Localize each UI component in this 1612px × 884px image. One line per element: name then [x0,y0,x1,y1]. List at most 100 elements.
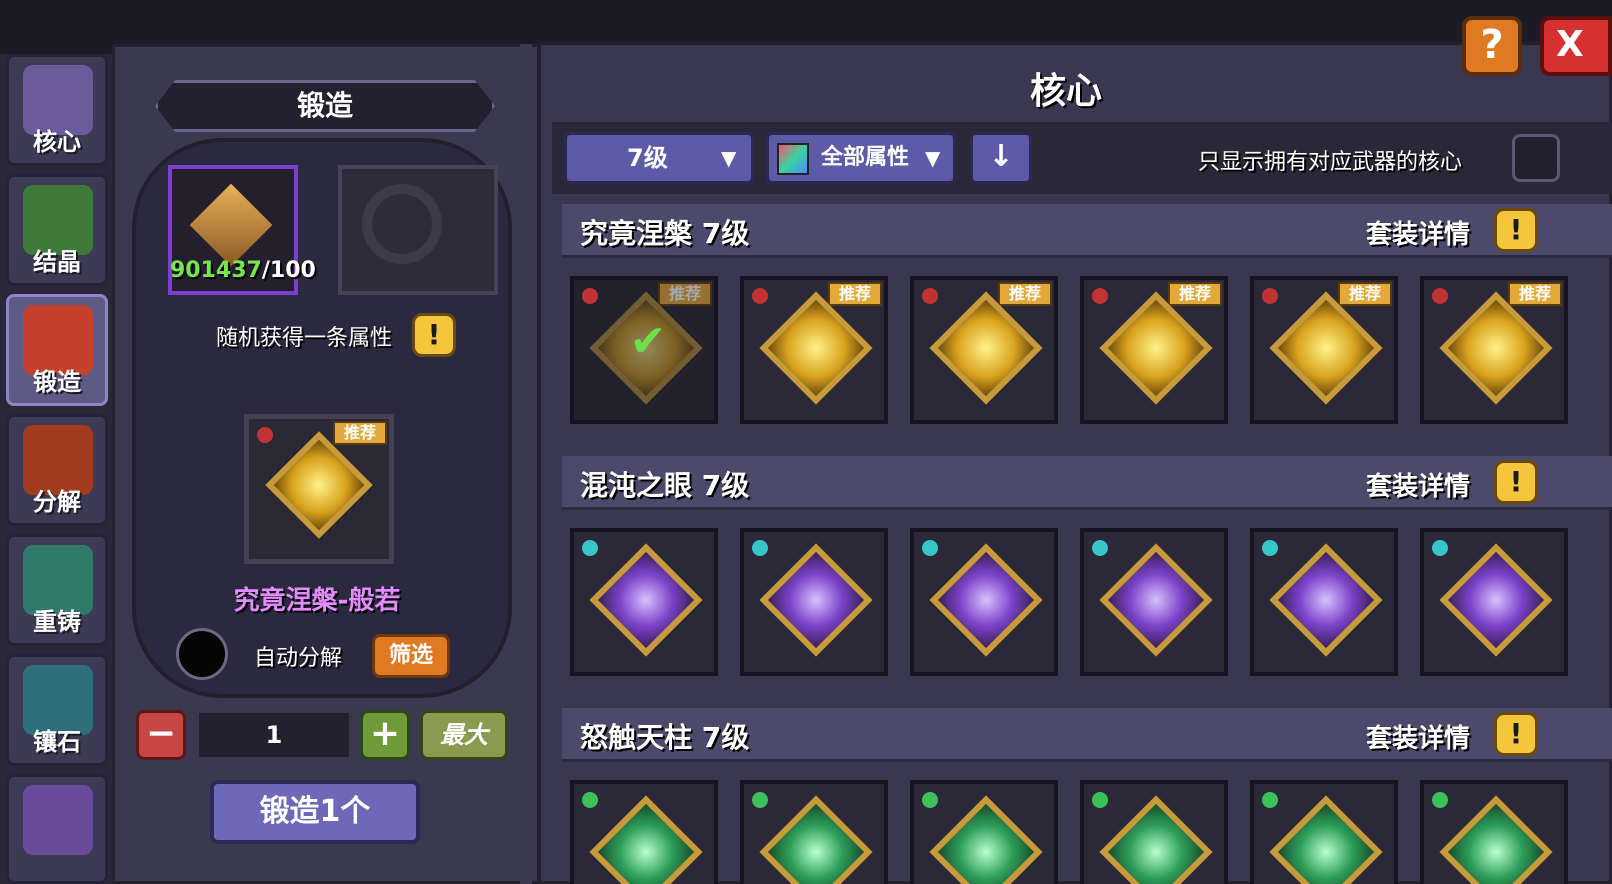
core-gem-icon [929,795,1043,884]
gem-icon [582,288,598,304]
core-gem-icon [1439,291,1553,405]
gem-icon [922,288,938,304]
recommend-badge: 推荐 [1168,282,1222,306]
gem-icon [1092,288,1108,304]
forge-button[interactable]: 锻造1个 [210,780,420,844]
gem-icon [752,792,768,808]
info-button[interactable]: ! [412,313,456,357]
tab-crystal[interactable]: 结晶 [6,174,108,286]
core-card[interactable] [740,528,888,676]
set-name: 混沌之眼 7级 [580,469,750,502]
set-name: 究竟涅槃 7级 [580,217,750,250]
core-card[interactable]: 推荐 ✔ [570,276,718,424]
recommend-badge: 推荐 [1508,282,1562,306]
core-row: 推荐 ✔ 推荐 推荐 推荐 推荐 推荐 [562,266,1612,446]
core-card[interactable] [570,780,718,884]
core-card[interactable]: 推荐 [910,276,1058,424]
set-header: 怒触天柱 7级 套装详情 ! [562,708,1612,762]
decrease-button[interactable]: − [136,710,186,760]
forge-title: 锻造 [155,80,495,132]
core-card[interactable] [1250,528,1398,676]
gem-icon [752,540,768,556]
core-gem-icon [1099,291,1213,405]
tab-core[interactable]: 核心 [6,54,108,166]
tab-inlay[interactable]: 镶石 [6,654,108,766]
gem-icon [752,288,768,304]
close-button[interactable]: X [1540,16,1612,76]
random-attribute-label: 随机获得一条属性 [216,326,393,351]
increase-button[interactable]: + [360,710,410,760]
gem-icon [1432,792,1448,808]
set-detail-button[interactable]: ! [1494,712,1538,756]
core-card[interactable] [910,528,1058,676]
gem-icon [922,792,938,808]
auto-decompose-toggle[interactable] [176,628,228,680]
recommend-badge: 推荐 [1338,282,1392,306]
gem-icon [582,540,598,556]
recommend-badge: 推荐 [658,282,712,306]
tab-extra[interactable] [6,774,108,884]
help-button[interactable]: ? [1462,16,1522,76]
gem-icon [922,540,938,556]
gem-icon [1432,288,1448,304]
core-card[interactable] [1420,780,1568,884]
gem-icon [1262,288,1278,304]
core-card[interactable]: 推荐 [1080,276,1228,424]
gem-icon [582,792,598,808]
sort-button[interactable]: ↓ [970,132,1032,184]
core-gem-icon [589,543,703,657]
arrow-down-icon: ↓ [988,139,1014,174]
tab-label: 结晶 [33,248,81,276]
core-gem-icon [929,291,1043,405]
set-detail-label: 套装详情 [1366,472,1471,502]
only-owned-checkbox[interactable] [1512,134,1560,182]
tab-label: 重铸 [33,608,81,636]
set-detail-label: 套装详情 [1366,220,1471,250]
only-owned-label: 只显示拥有对应武器的核心 [1198,150,1463,175]
result-name: 究竟涅槃-般若 [233,586,401,616]
recommend-badge: 推荐 [333,421,387,445]
auto-decompose-label: 自动分解 [254,646,343,671]
core-card[interactable] [1080,780,1228,884]
core-card[interactable]: 推荐 [740,276,888,424]
core-card[interactable]: 推荐 [1420,276,1568,424]
result-slot[interactable]: 推荐 [244,414,394,564]
core-card[interactable] [1420,528,1568,676]
core-gem-icon [759,291,873,405]
tab-column: 核心 结晶 锻造 分解 重铸 镶石 [0,54,114,884]
core-card[interactable] [1250,780,1398,884]
core-gem-icon [759,543,873,657]
level-value: 7级 [627,144,668,172]
level-dropdown[interactable]: 7级 ▼ [564,132,754,184]
core-card[interactable] [740,780,888,884]
extra-tab-icon [23,785,93,855]
core-card[interactable] [1080,528,1228,676]
core-gem-icon [1439,543,1553,657]
core-card[interactable] [570,528,718,676]
core-gem-icon [589,795,703,884]
set-detail-button[interactable]: ! [1494,208,1538,252]
check-icon: ✔ [629,316,667,367]
set-detail-button[interactable]: ! [1494,460,1538,504]
core-row [562,518,1612,698]
chevron-down-icon: ▼ [925,146,941,170]
attribute-value: 全部属性 [821,145,910,170]
attribute-dropdown[interactable]: 全部属性 ▼ [766,132,956,184]
tab-reforge[interactable]: 重铸 [6,534,108,646]
core-gem-icon [1439,795,1553,884]
set-header: 混沌之眼 7级 套装详情 ! [562,456,1612,510]
panel-divider [520,44,532,884]
tab-forge[interactable]: 锻造 [6,294,108,406]
max-button[interactable]: 最大 [420,710,508,760]
quantity-field[interactable]: 1 [196,710,352,760]
core-card[interactable]: 推荐 [1250,276,1398,424]
core-panel-title: 核心 [1029,71,1102,112]
filter-button[interactable]: 筛选 [372,634,450,678]
tab-label: 锻造 [33,368,81,396]
tab-label: 分解 [33,488,81,516]
chevron-down-icon: ▼ [721,146,737,170]
tab-decompose[interactable]: 分解 [6,414,108,526]
set-header: 究竟涅槃 7级 套装详情 ! [562,204,1612,258]
gem-icon [1432,540,1448,556]
core-card[interactable] [910,780,1058,884]
